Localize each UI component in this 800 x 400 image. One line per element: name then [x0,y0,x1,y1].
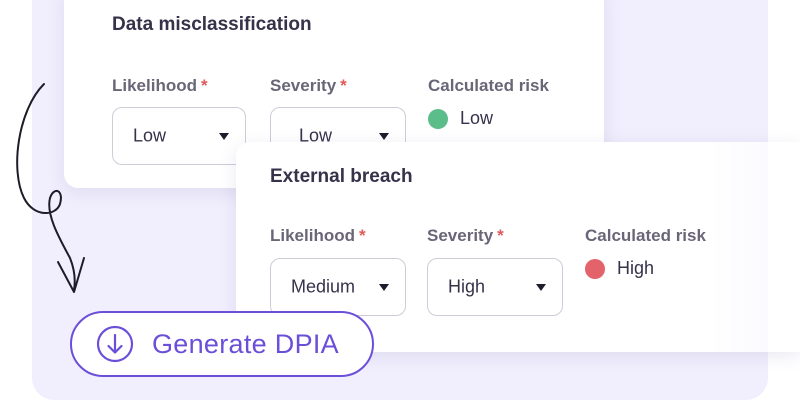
likelihood-label: Likelihood * [270,226,366,246]
severity-select-value: High [448,276,486,297]
risk-low-indicator-icon [428,108,448,129]
calculated-risk-value: Low [428,108,493,129]
risk-text: High [617,258,655,278]
card-title: External breach [270,166,413,187]
calculated-risk-value: High [585,258,654,279]
caret-down-icon [536,284,546,291]
severity-label-text: Severity [427,226,494,245]
caret-down-icon [379,133,389,140]
likelihood-label-text: Likelihood [112,76,197,95]
calculated-risk-label: Calculated risk [585,226,706,245]
severity-label: Severity * [270,76,347,96]
likelihood-select-value: Low [133,125,167,146]
calculated-risk-label: Calculated risk [428,76,549,95]
severity-label: Severity * [427,226,504,246]
generate-dpia-button[interactable]: Generate DPIA [70,311,374,377]
likelihood-select[interactable]: Medium [270,258,406,316]
likelihood-label-text: Likelihood [270,226,355,245]
card-title: Data misclassification [112,14,312,35]
risk-text: Low [460,108,494,128]
severity-select[interactable]: High [427,258,563,316]
likelihood-select-value: Medium [291,276,356,297]
required-asterisk: * [359,226,366,245]
likelihood-label: Likelihood * [112,76,208,96]
required-asterisk: * [340,76,347,95]
caret-down-icon [219,133,229,140]
required-asterisk: * [497,226,504,245]
severity-label-text: Severity [270,76,337,95]
required-asterisk: * [201,76,208,95]
risk-high-indicator-icon [585,258,605,279]
caret-down-icon [379,284,389,291]
generate-dpia-label: Generate DPIA [152,328,339,359]
download-arrow-icon [96,325,134,363]
likelihood-select[interactable]: Low [112,107,246,165]
